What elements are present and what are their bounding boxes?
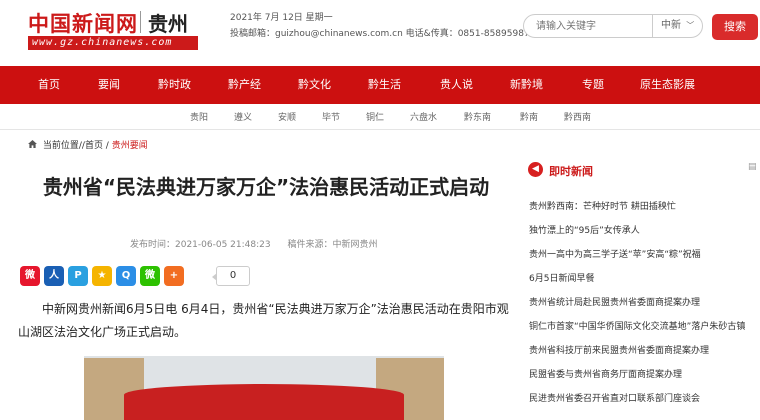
- search-button[interactable]: 搜索: [712, 14, 758, 40]
- sidebar-title: 即时新闻: [549, 165, 593, 178]
- date-line: 2021年 7月 12日 星期一: [230, 13, 333, 23]
- list-item[interactable]: 贵州一高中为高三学子送“苹”安高“粽”祝福: [529, 247, 760, 260]
- logo-url-text: www.gz.chinanews.com: [28, 36, 198, 50]
- more-icon[interactable]: ▤: [748, 162, 757, 172]
- city-subnav: 贵阳 遵义 安顺 毕节 铜仁 六盘水 黔东南 黔南 黔西南: [0, 106, 760, 130]
- article-photo: [84, 356, 444, 420]
- subnav-item-qiandongnan[interactable]: 黔东南: [464, 106, 491, 130]
- subnav-item-guiyang[interactable]: 贵阳: [190, 106, 208, 130]
- weibo-icon[interactable]: 微: [20, 266, 40, 286]
- sidebar-header: ◀ 即时新闻 ▤: [528, 162, 760, 180]
- list-item[interactable]: 贵州黔西南：芒种好时节 耕田插秧忙: [529, 199, 760, 212]
- list-item[interactable]: 贵州省统计局赴民盟贵州省委面商提案办理: [529, 295, 760, 308]
- breadcrumb-prefix[interactable]: 当前位置//首页 /: [43, 141, 112, 151]
- breadcrumb-current[interactable]: 贵州要闻: [112, 141, 148, 151]
- list-item[interactable]: 独竹漂上的“95后”女传承人: [529, 223, 760, 236]
- search-input[interactable]: [536, 19, 646, 34]
- subnav-item-qiannan[interactable]: 黔南: [520, 106, 538, 130]
- nav-item-life[interactable]: 黔生活: [368, 66, 401, 104]
- article-title: 贵州省“民法典进万家万企”法治惠民活动正式启动: [42, 175, 490, 199]
- subnav-item-liupanshui[interactable]: 六盘水: [410, 106, 437, 130]
- list-item[interactable]: 6月5日新闻早餐: [529, 271, 760, 284]
- subnav-item-anshun[interactable]: 安顺: [278, 106, 296, 130]
- nav-item-photo-exhibit[interactable]: 原生态影展: [640, 66, 695, 104]
- home-icon: [28, 140, 37, 148]
- nav-item-headlines[interactable]: 要闻: [98, 66, 120, 104]
- search-scope-select[interactable]: 中新 ﹀: [652, 15, 702, 37]
- list-item[interactable]: 民进贵州省委召开省直对口联系部门座谈会: [529, 391, 760, 404]
- more-share-icon[interactable]: +: [164, 266, 184, 286]
- nav-item-people[interactable]: 贵人说: [440, 66, 473, 104]
- nav-item-culture[interactable]: 黔文化: [298, 66, 331, 104]
- wechat-icon[interactable]: 微: [140, 266, 160, 286]
- subnav-item-qianxinan[interactable]: 黔西南: [564, 106, 591, 130]
- header-info: 2021年 7月 12日 星期一 投稿邮箱：guizhou@chinanews.…: [230, 10, 530, 42]
- main-nav: 首页 要闻 黔时政 黔产经 黔文化 黔生活 贵人说 新黔境 专题 原生态影展: [0, 66, 760, 104]
- nav-item-economy[interactable]: 黔产经: [228, 66, 261, 104]
- search-box: 中新 ﹀: [523, 14, 703, 38]
- people-icon[interactable]: 人: [44, 266, 64, 286]
- nav-item-home[interactable]: 首页: [38, 66, 60, 104]
- site-header: 中国新闻网 贵州 www.gz.chinanews.com 2021年 7月 1…: [0, 0, 760, 66]
- chevron-down-icon: ﹀: [686, 21, 695, 30]
- article-meta: 发布时间：2021-06-05 21:48:23 稿件来源：中新网贵州: [130, 237, 391, 250]
- qq-icon[interactable]: Q: [116, 266, 136, 286]
- nav-item-politics[interactable]: 黔时政: [158, 66, 191, 104]
- contact-line: 投稿邮箱：guizhou@chinanews.com.cn 电话&传真：0851…: [230, 29, 530, 39]
- list-item[interactable]: 民盟省委与贵州省商务厅面商提案办理: [529, 367, 760, 380]
- logo-divider: [140, 11, 141, 33]
- article-source: 稿件来源：中新网贵州: [287, 240, 378, 250]
- share-count: 0: [212, 266, 250, 286]
- search-scope-label: 中新: [661, 20, 681, 31]
- live-news-icon: ◀: [528, 162, 543, 177]
- list-item[interactable]: 贵州省科技厅前来民盟贵州省委面商提案办理: [529, 343, 760, 356]
- list-item[interactable]: 铜仁市首家“中国华侨国际文化交流基地”落户朱砂古镇: [529, 319, 760, 332]
- qzone-icon[interactable]: ★: [92, 266, 112, 286]
- article-body: 中新网贵州新闻6月5日电 6月4日，贵州省“民法典进万家万企”法治惠民活动在贵阳…: [18, 302, 509, 339]
- publish-time: 发布时间：2021-06-05 21:48:23: [130, 240, 271, 250]
- nav-item-region[interactable]: 新黔境: [510, 66, 543, 104]
- logo-region-text: 贵州: [148, 12, 188, 36]
- subnav-item-bijie[interactable]: 毕节: [322, 106, 340, 130]
- site-logo[interactable]: 中国新闻网 贵州 www.gz.chinanews.com: [28, 8, 198, 52]
- logo-main-text: 中国新闻网: [28, 11, 138, 36]
- subnav-item-tongren[interactable]: 铜仁: [366, 106, 384, 130]
- nav-item-topics[interactable]: 专题: [582, 66, 604, 104]
- subnav-item-zunyi[interactable]: 遵义: [234, 106, 252, 130]
- p-icon[interactable]: P: [68, 266, 88, 286]
- breadcrumb: 当前位置//首页 / 贵州要闻: [28, 138, 148, 151]
